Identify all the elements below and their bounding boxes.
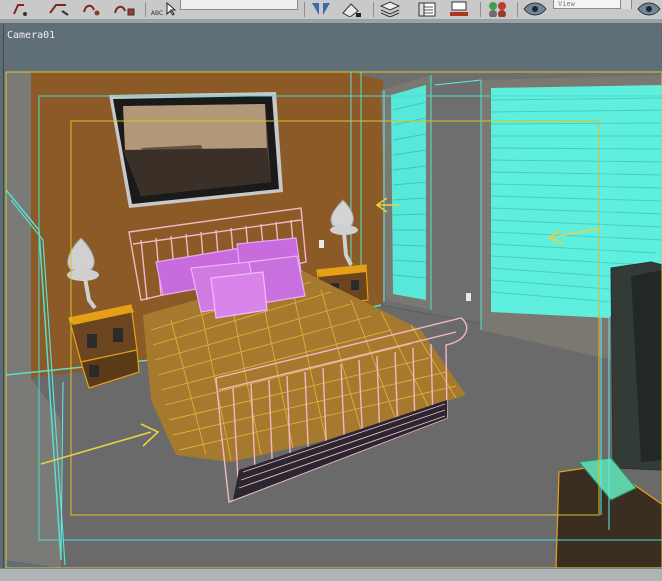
select-filter-icon[interactable] <box>112 1 138 17</box>
unlink-icon[interactable] <box>46 1 72 17</box>
status-bar <box>0 568 662 581</box>
schematic-view-icon[interactable] <box>448 1 472 17</box>
align-icon[interactable] <box>338 1 364 17</box>
select-and-link-icon[interactable] <box>10 1 30 17</box>
camera-viewport[interactable] <box>3 25 662 568</box>
mirror-icon[interactable] <box>309 1 333 17</box>
scene-render <box>4 25 662 568</box>
toolbar-shadow <box>0 19 662 23</box>
select-by-name-icon[interactable] <box>164 1 176 17</box>
curve-editor-icon[interactable] <box>416 1 438 17</box>
material-editor-icon[interactable] <box>485 1 511 17</box>
chevron-down-icon[interactable] <box>620 0 631 9</box>
selection-set-field[interactable] <box>180 0 298 10</box>
viewport-label[interactable]: Camera01 <box>7 30 55 41</box>
layer-manager-icon[interactable] <box>378 1 402 17</box>
quick-render-icon[interactable] <box>636 1 662 17</box>
bind-space-warp-icon[interactable] <box>80 1 102 17</box>
main-toolbar: ABC View <box>0 0 662 20</box>
render-scene-icon[interactable] <box>522 1 548 17</box>
